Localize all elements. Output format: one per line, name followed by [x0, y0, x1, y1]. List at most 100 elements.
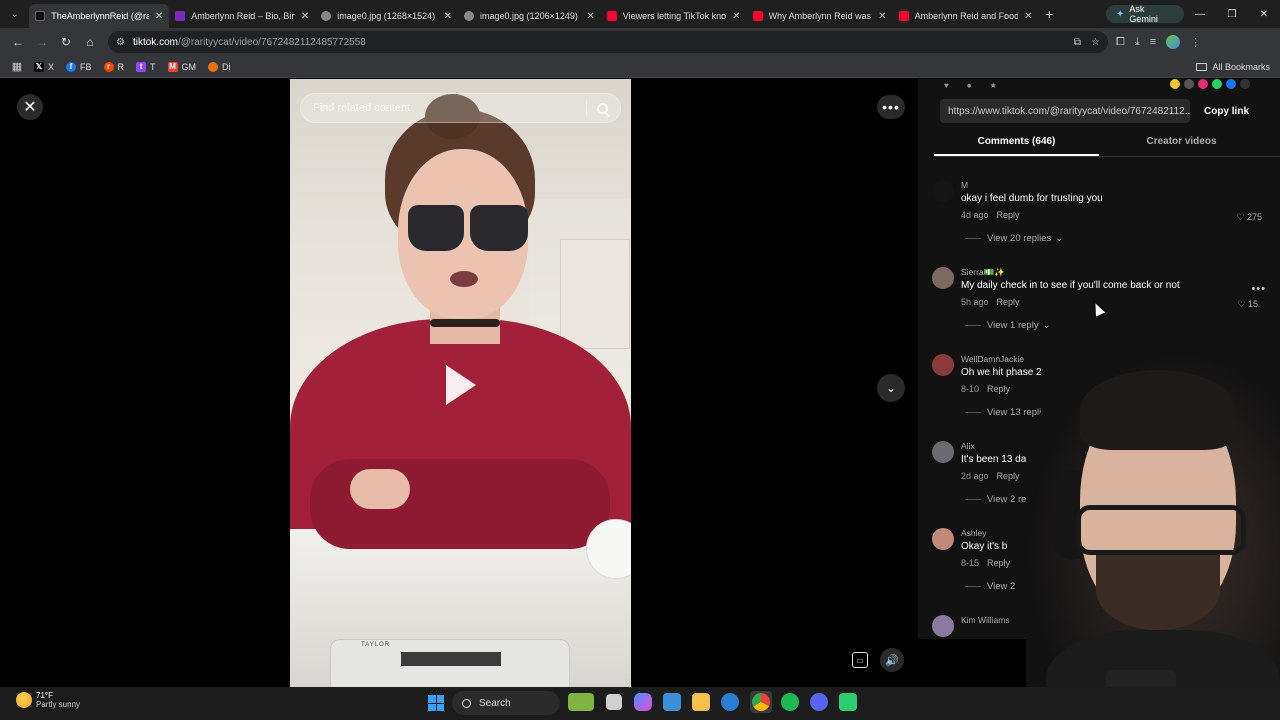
comment-username[interactable]: Kim Williams	[961, 615, 1010, 625]
bookmark-gmail[interactable]: M GM	[167, 61, 196, 72]
app-icon[interactable]	[721, 693, 739, 711]
avatar[interactable]	[932, 528, 954, 550]
comment-username[interactable]: M	[961, 180, 968, 190]
view-replies-button[interactable]: View 2 rep	[965, 494, 1032, 505]
ask-gemini-button[interactable]: ✦ Ask Gemini	[1106, 4, 1184, 24]
reply-button[interactable]: Reply	[997, 297, 1020, 307]
extensions-icon[interactable]: ⧠	[1116, 36, 1125, 49]
restore-icon[interactable]: ❐	[1216, 9, 1248, 20]
comment-username[interactable]: WellDamnJackie	[961, 354, 1024, 364]
all-bookmarks-button[interactable]: All Bookmarks	[1196, 62, 1270, 72]
media-controls-icon[interactable]: ≡	[1150, 36, 1156, 48]
tab-image-1[interactable]: image0.jpg (1268×1524) ✕	[315, 4, 458, 28]
miniplayer-button[interactable]: ▭	[852, 652, 868, 668]
avatar[interactable]	[932, 615, 954, 637]
discord-icon[interactable]	[810, 693, 828, 711]
bookmark-di[interactable]: Di	[208, 61, 231, 72]
close-tab-icon[interactable]: ✕	[586, 11, 594, 22]
reload-icon[interactable]: ↻	[54, 35, 78, 49]
copy-link-button[interactable]: Copy link	[1204, 106, 1249, 117]
video-link-field[interactable]: https://www.tiktok.com/@rarityycat/video…	[940, 99, 1190, 123]
close-window-icon[interactable]: ✕	[1248, 9, 1280, 20]
tab-search-icon[interactable]: ⌄	[0, 9, 29, 20]
view-replies-button[interactable]: View 1 reply ⌄	[965, 320, 1051, 331]
task-view-icon[interactable]	[606, 694, 622, 710]
search-icon[interactable]	[597, 102, 608, 114]
video-frame[interactable]: TAYLOR Find related content	[290, 79, 631, 687]
close-tab-icon[interactable]: ✕	[155, 11, 163, 22]
bookmark-star-icon[interactable]: ☆	[1091, 37, 1100, 48]
more-share-icon[interactable]	[1240, 79, 1250, 89]
close-tab-icon[interactable]: ✕	[301, 11, 309, 22]
reply-button[interactable]: Reply	[987, 558, 1010, 568]
forward-icon[interactable]: →	[30, 35, 54, 49]
tab-youtube-1[interactable]: Viewers letting TikTok kno ✕	[601, 4, 747, 28]
send-icon[interactable]	[1198, 79, 1208, 89]
close-tab-icon[interactable]: ✕	[444, 11, 452, 22]
widgets-icon[interactable]	[568, 693, 594, 711]
close-tab-icon[interactable]: ✕	[878, 11, 886, 22]
facebook-share-icon[interactable]	[1226, 79, 1236, 89]
menu-icon[interactable]: ⋮	[1190, 36, 1201, 49]
tab-youtube-2[interactable]: Why Amberlynn Reid was C ✕	[747, 4, 893, 28]
bookmark-reddit[interactable]: r R	[103, 61, 124, 72]
copilot-icon[interactable]	[634, 693, 652, 711]
file-explorer-icon[interactable]	[692, 693, 710, 711]
reply-button[interactable]: Reply	[997, 471, 1020, 481]
close-tab-icon[interactable]: ✕	[732, 11, 740, 22]
reply-button[interactable]: Reply	[987, 384, 1010, 394]
tab-bio[interactable]: Amberlynn Reid – Bio, Birth ✕	[169, 4, 315, 28]
minimize-icon[interactable]: —	[1184, 9, 1216, 20]
tab-image-2[interactable]: image0.jpg (1206×1249) ✕	[458, 4, 601, 28]
avatar[interactable]	[932, 441, 954, 463]
more-options-button[interactable]: •••	[877, 95, 905, 119]
share-icon[interactable]	[1170, 79, 1180, 89]
back-icon[interactable]: ←	[6, 35, 30, 49]
site-info-icon[interactable]: ⚙	[116, 37, 125, 48]
comment-username[interactable]: Ashley	[961, 528, 987, 538]
address-bar[interactable]: ⚙ tiktok.com /@rarityycat/video/76724821…	[108, 31, 1108, 53]
play-icon[interactable]	[446, 365, 476, 405]
bookmark-x[interactable]: 𝕏 X	[34, 61, 54, 72]
volume-button[interactable]: 🔊	[880, 648, 904, 672]
home-icon[interactable]: ⌂	[78, 35, 102, 49]
avatar[interactable]	[932, 354, 954, 376]
tab-tiktok[interactable]: TheAmberlynnReid (@rarity ✕	[29, 4, 170, 28]
windows-start-icon[interactable]	[428, 695, 444, 711]
close-tab-icon[interactable]: ✕	[1024, 11, 1032, 22]
bookmark-fb[interactable]: f FB	[66, 61, 92, 72]
bookmark-icon[interactable]: ★	[990, 81, 997, 90]
reply-button[interactable]: Reply	[997, 210, 1020, 220]
comment-icon[interactable]: ●	[967, 81, 972, 90]
close-video-button[interactable]: ✕	[17, 94, 43, 120]
tab-comments[interactable]: Comments (646)	[934, 131, 1099, 156]
download-icon[interactable]: ⤓	[1135, 36, 1140, 49]
tab-youtube-3[interactable]: Amberlynn Reid and Foodie ✕	[893, 4, 1039, 28]
install-app-icon[interactable]: ⧉	[1074, 37, 1081, 48]
related-search-input[interactable]: Find related content	[300, 93, 621, 123]
tab-creator-videos[interactable]: Creator videos	[1099, 131, 1264, 156]
new-tab-button[interactable]: +	[1039, 6, 1060, 22]
spotify-icon[interactable]	[781, 693, 799, 711]
like-button[interactable]: ♡ 275	[1236, 212, 1262, 223]
avatar[interactable]	[932, 267, 954, 289]
embed-icon[interactable]	[1184, 79, 1194, 89]
chrome-icon[interactable]	[752, 693, 770, 711]
weather-widget[interactable]: 71°F Partly sunny	[16, 691, 80, 709]
next-video-button[interactable]: ⌄	[877, 374, 905, 402]
whatsapp-icon[interactable]	[1212, 79, 1222, 89]
comment-username[interactable]: Alix	[961, 441, 975, 451]
avatar[interactable]	[932, 180, 954, 202]
like-button[interactable]: ♡ 15	[1237, 299, 1258, 310]
heart-icon[interactable]: ♥	[944, 81, 949, 90]
comment-more-icon[interactable]: •••	[1251, 283, 1266, 295]
bookmark-twitch[interactable]: t T	[136, 61, 156, 72]
app-icon[interactable]	[839, 693, 857, 711]
apps-grid-icon[interactable]: ▦	[0, 60, 34, 73]
taskbar-search[interactable]: Search	[452, 691, 560, 715]
comment-username[interactable]: Sierra💵✨	[961, 267, 1005, 278]
profile-avatar[interactable]	[1166, 35, 1181, 49]
view-replies-button[interactable]: View 2	[965, 581, 1015, 592]
view-replies-button[interactable]: View 20 replies ⌄	[965, 233, 1063, 244]
store-icon[interactable]	[663, 693, 681, 711]
